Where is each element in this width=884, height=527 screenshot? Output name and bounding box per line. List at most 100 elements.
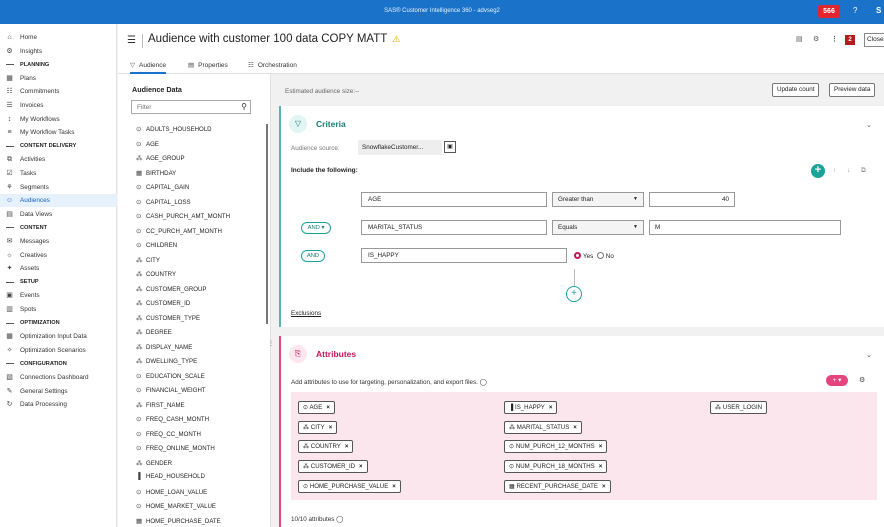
- sidebar-item-opt-input[interactable]: ▦ Optimization Input Data: [0, 330, 117, 343]
- chevron-down-icon[interactable]: ⌄: [866, 351, 872, 359]
- condition-operator-select[interactable]: Greater than ▼: [552, 192, 644, 207]
- info-icon[interactable]: ◯: [336, 516, 343, 523]
- variable-list-item[interactable]: ▦ HOME_PURCHASE_DATE: [136, 517, 266, 527]
- variable-list-item[interactable]: ⁂ CUSTOMER_TYPE: [136, 314, 266, 329]
- info-icon[interactable]: ◯: [480, 379, 487, 386]
- scrollbar[interactable]: [266, 124, 268, 324]
- sidebar-item-audiences[interactable]: ☺ Audiences: [0, 194, 117, 208]
- sidebar-item-events[interactable]: ▣ Events: [0, 289, 117, 302]
- variable-list-item[interactable]: ⊙ CAPITAL_LOSS: [136, 198, 266, 213]
- move-down-icon[interactable]: ↓: [847, 167, 850, 174]
- settings-icon[interactable]: ⚙: [859, 376, 865, 384]
- tab-properties[interactable]: ▤ Properties: [188, 58, 228, 74]
- sidebar-item-messages[interactable]: ✉ Messages: [0, 235, 117, 248]
- preview-data-button[interactable]: Preview data: [829, 83, 876, 97]
- condition-field[interactable]: AGE: [361, 192, 547, 207]
- variable-list-item[interactable]: ⁂ CUSTOMER_ID: [136, 299, 266, 314]
- attribute-chip[interactable]: ⁂ CUSTOMER_ID ×: [298, 460, 368, 473]
- variable-list-item[interactable]: ⊙ HOME_MARKET_VALUE: [136, 502, 266, 517]
- audience-source-field[interactable]: SnowflakeCustomer...: [358, 140, 442, 155]
- filter-field[interactable]: ⚲: [131, 100, 251, 114]
- condition-field[interactable]: IS_HAPPY: [361, 248, 567, 263]
- sidebar-item-home[interactable]: ⌂ Home: [0, 31, 117, 44]
- sidebar-item-invoices[interactable]: ☰ Invoices: [0, 99, 117, 112]
- variable-list-item[interactable]: ⊙ HOME_LOAN_VALUE: [136, 488, 266, 503]
- attribute-chip[interactable]: ⁂ CITY ×: [298, 421, 338, 434]
- variable-list-item[interactable]: ⊙ FREQ_CC_MONTH: [136, 430, 266, 445]
- variable-list-item[interactable]: ⁂ AGE_GROUP: [136, 154, 266, 169]
- update-count-button[interactable]: Update count: [772, 83, 820, 97]
- variable-list-item[interactable]: ⊙ ADULTS_HOUSEHOLD: [136, 125, 266, 140]
- remove-chip-icon[interactable]: ×: [549, 404, 553, 411]
- condition-operator-select[interactable]: Equals ▼: [552, 220, 644, 235]
- variable-list-item[interactable]: ⊙ CC_PURCH_AMT_MONTH: [136, 227, 266, 242]
- variable-list-item[interactable]: ⁂ CITY: [136, 256, 266, 271]
- radio-no[interactable]: [596, 252, 604, 259]
- and-connector-dropdown[interactable]: AND ▾: [301, 222, 331, 234]
- browse-source-icon[interactable]: ▣: [444, 141, 456, 153]
- remove-chip-icon[interactable]: ×: [392, 483, 396, 490]
- variable-list-item[interactable]: ⊙ CAPITAL_GAIN: [136, 183, 266, 198]
- variable-list-item[interactable]: ⁂ DISPLAY_NAME: [136, 343, 266, 358]
- tasks-count-badge[interactable]: 2: [845, 35, 855, 45]
- variable-list-item[interactable]: ⊙ FREQ_CASH_MONTH: [136, 415, 266, 430]
- remove-chip-icon[interactable]: ×: [326, 404, 330, 411]
- filter-input[interactable]: [132, 101, 240, 113]
- sidebar-item-my-workflow-tasks[interactable]: ≡ My Workflow Tasks: [0, 126, 117, 139]
- variable-list-item[interactable]: ⁂ GENDER: [136, 459, 266, 474]
- sidebar-item-tasks[interactable]: ☑ Tasks: [0, 167, 117, 180]
- search-icon[interactable]: ⚲: [241, 102, 247, 111]
- variable-list-item[interactable]: ⊙ CHILDREN: [136, 241, 266, 256]
- condition-value-input[interactable]: 40: [649, 192, 735, 207]
- sidebar-item-data-views[interactable]: ▤ Data Views: [0, 208, 117, 221]
- attribute-chip[interactable]: ⊙ AGE ×: [298, 401, 335, 414]
- attribute-chip[interactable]: ⊙ NUM_PURCH_12_MONTHS ×: [504, 440, 608, 453]
- variable-list-item[interactable]: ⁂ COUNTRY: [136, 270, 266, 285]
- sidebar-item-spots[interactable]: ▥ Spots: [0, 303, 117, 316]
- attribute-chip[interactable]: ⁂ USER_LOGIN: [710, 401, 768, 414]
- sidebar-item-plans[interactable]: ▦ Plans: [0, 72, 117, 85]
- attribute-chip[interactable]: ⁂ MARITAL_STATUS ×: [504, 421, 582, 434]
- sidebar-item-activities[interactable]: ⧉ Activities: [0, 153, 117, 166]
- sidebar-item-insights[interactable]: ⚙ Insights: [0, 45, 117, 58]
- notification-badge[interactable]: 566: [818, 5, 840, 18]
- tab-audience[interactable]: ▽ Audience: [130, 58, 167, 74]
- remove-chip-icon[interactable]: ×: [345, 443, 349, 450]
- attribute-chip[interactable]: ⁂ COUNTRY ×: [298, 440, 354, 453]
- radio-yes[interactable]: [574, 252, 581, 259]
- sidebar-item-creatives[interactable]: ☼ Creatives: [0, 249, 117, 262]
- condition-value-input[interactable]: M: [649, 220, 841, 235]
- help-icon[interactable]: ?: [853, 6, 857, 15]
- remove-chip-icon[interactable]: ×: [602, 483, 606, 490]
- notes-icon[interactable]: ▤: [796, 35, 803, 43]
- sidebar-item-segments[interactable]: ⚘ Segments: [0, 181, 117, 194]
- close-button[interactable]: Close: [864, 33, 884, 47]
- attribute-chip[interactable]: ▦ RECENT_PURCHASE_DATE ×: [504, 480, 611, 493]
- variable-list-item[interactable]: ⊙ FINANCIAL_WEIGHT: [136, 386, 266, 401]
- sidebar-item-commitments[interactable]: ☷ Commitments: [0, 85, 117, 98]
- attribute-chip[interactable]: ⊙ NUM_PURCH_18_MONTHS ×: [504, 460, 608, 473]
- copy-icon[interactable]: ⧉: [861, 167, 866, 175]
- hamburger-menu-icon[interactable]: ☰: [127, 35, 136, 46]
- attribute-drop-zone[interactable]: ⊙ AGE × ▐ IS_HAPPY × ⁂ USER_LOGIN ⁂ CITY × ⁂ MA…: [291, 392, 877, 500]
- variable-list-item[interactable]: ▐ HEAD_HOUSEHOLD: [136, 473, 266, 488]
- condition-field[interactable]: MARITAL_STATUS: [361, 220, 547, 235]
- remove-chip-icon[interactable]: ×: [599, 463, 603, 470]
- variable-list-item[interactable]: ⊙ AGE: [136, 140, 266, 155]
- add-attribute-button[interactable]: + ▾: [826, 375, 848, 386]
- sidebar-item-connections[interactable]: ▧ Connections Dashboard: [0, 371, 117, 384]
- remove-chip-icon[interactable]: ×: [329, 424, 333, 431]
- remove-chip-icon[interactable]: ×: [359, 463, 363, 470]
- add-condition-button[interactable]: +: [811, 164, 825, 178]
- add-group-button[interactable]: +: [566, 286, 582, 302]
- tab-orchestration[interactable]: ☷ Orchestration: [248, 58, 297, 74]
- more-options-icon[interactable]: ⋮: [831, 35, 838, 43]
- variable-list-item[interactable]: ▦ BIRTHDAY: [136, 169, 266, 184]
- sidebar-item-data-processing[interactable]: ↻ Data Processing: [0, 398, 117, 411]
- variable-list-item[interactable]: ⁂ DEGREE: [136, 328, 266, 343]
- remove-chip-icon[interactable]: ×: [573, 424, 577, 431]
- and-connector[interactable]: AND: [301, 250, 325, 262]
- sidebar-item-opt-scen[interactable]: ✧ Optimization Scenarios: [0, 344, 117, 357]
- user-menu-icon[interactable]: S: [876, 6, 881, 15]
- variable-list-item[interactable]: ⊙ CASH_PURCH_AMT_MONTH: [136, 212, 266, 227]
